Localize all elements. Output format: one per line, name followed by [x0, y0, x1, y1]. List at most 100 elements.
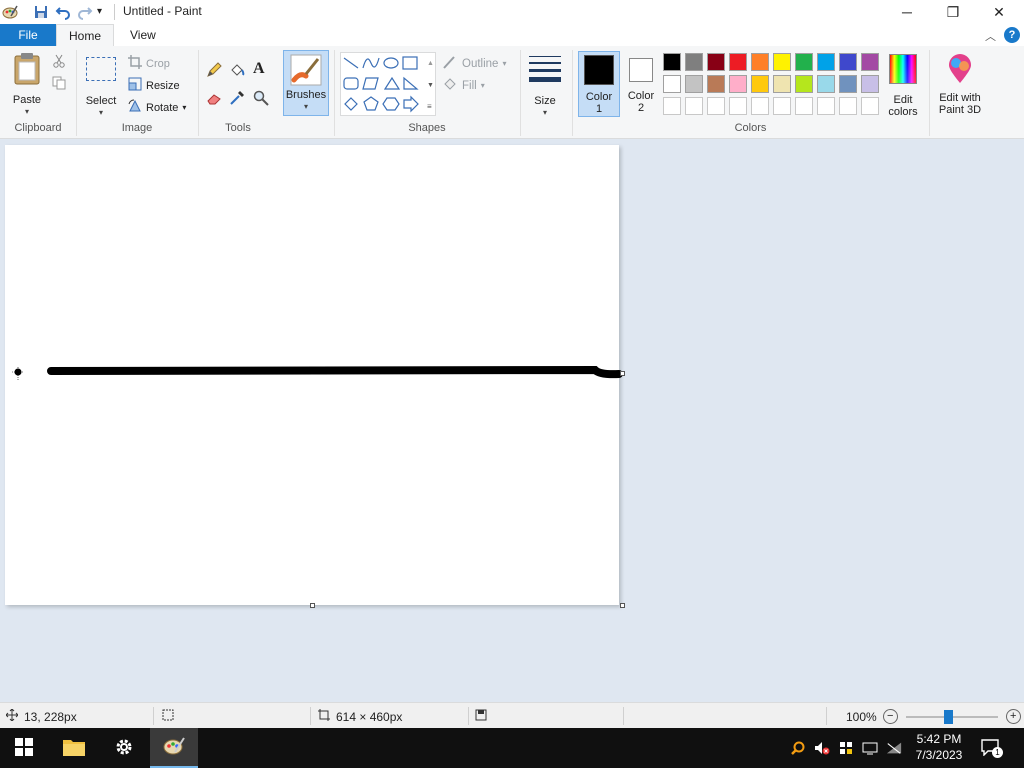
- eraser-icon[interactable]: [206, 90, 222, 109]
- palette-swatch[interactable]: [751, 97, 769, 115]
- palette-swatch[interactable]: [839, 97, 857, 115]
- volume-muted-icon[interactable]: [814, 740, 830, 756]
- paint3d-icon: [947, 54, 973, 84]
- zoom-in-button[interactable]: +: [1005, 709, 1021, 724]
- canvas-resize-handle-bottom[interactable]: [310, 603, 315, 608]
- magnifier-icon[interactable]: [253, 90, 269, 109]
- drawn-stroke: [47, 365, 623, 379]
- tab-view[interactable]: View: [118, 24, 168, 46]
- color-picker-icon[interactable]: [229, 90, 245, 109]
- close-button[interactable]: ✕: [976, 0, 1022, 24]
- rotate-label: Rotate: [146, 101, 179, 114]
- selection-size: [162, 709, 174, 724]
- brushes-button[interactable]: Brushes ▾: [283, 50, 329, 116]
- palette-swatch[interactable]: [663, 53, 681, 71]
- save-icon[interactable]: [33, 4, 49, 20]
- text-tool-icon[interactable]: A: [253, 60, 265, 78]
- tab-home[interactable]: Home: [56, 24, 115, 46]
- resize-button[interactable]: Resize: [128, 77, 180, 94]
- security-shield-icon[interactable]: [838, 740, 854, 756]
- fill-button[interactable]: Fill ▾: [442, 77, 485, 94]
- palette-swatch[interactable]: [795, 75, 813, 93]
- outline-button[interactable]: Outline ▾: [442, 55, 506, 72]
- edit-with-paint3d-button[interactable]: Edit with Paint 3D: [934, 52, 986, 116]
- paint-taskbar-button[interactable]: [150, 728, 198, 768]
- paint3d-label-1: Edit with: [939, 92, 981, 104]
- minimize-button[interactable]: ─: [884, 0, 930, 24]
- palette-swatch[interactable]: [663, 97, 681, 115]
- palette-swatch[interactable]: [751, 53, 769, 71]
- maximize-button[interactable]: ❐: [930, 0, 976, 24]
- windows-logo-icon: [15, 737, 33, 759]
- size-button[interactable]: Size ▾: [526, 52, 564, 117]
- palette-swatch[interactable]: [773, 53, 791, 71]
- zoom-slider[interactable]: [904, 709, 1000, 724]
- palette-swatch[interactable]: [707, 75, 725, 93]
- tab-file[interactable]: File: [0, 24, 56, 46]
- canvas-size-text: 614 × 460px: [336, 709, 403, 724]
- palette-swatch[interactable]: [839, 75, 857, 93]
- palette-swatch[interactable]: [861, 97, 879, 115]
- edit-colors-button[interactable]: Edit colors: [884, 52, 922, 118]
- palette-swatch[interactable]: [795, 97, 813, 115]
- zoom-level: 100%: [846, 709, 877, 724]
- edit-colors-label-1: Edit: [893, 94, 913, 106]
- edit-colors-label-2: colors: [888, 106, 918, 118]
- palette-swatch[interactable]: [685, 97, 703, 115]
- network-icon[interactable]: [886, 740, 902, 756]
- palette-swatch[interactable]: [773, 97, 791, 115]
- palette-swatch[interactable]: [729, 97, 747, 115]
- display-icon[interactable]: [862, 740, 878, 756]
- fill-icon: [442, 77, 458, 94]
- palette-swatch[interactable]: [685, 75, 703, 93]
- palette-swatch[interactable]: [729, 53, 747, 71]
- zoom-out-button[interactable]: −: [882, 709, 898, 724]
- undo-icon[interactable]: [55, 4, 71, 20]
- select-button[interactable]: Select ▾: [82, 52, 120, 120]
- cut-icon[interactable]: [52, 54, 66, 71]
- clock[interactable]: 5:42 PM 7/3/2023: [905, 731, 973, 763]
- paste-button[interactable]: Paste ▾: [6, 52, 48, 120]
- canvas-size: 614 × 460px: [318, 709, 402, 724]
- help-icon[interactable]: ?: [1004, 27, 1020, 43]
- palette-swatch[interactable]: [795, 53, 813, 71]
- collapse-ribbon-icon[interactable]: ︿: [985, 28, 996, 44]
- fill-bucket-icon[interactable]: [229, 62, 245, 81]
- canvas-resize-handle-right[interactable]: [620, 371, 625, 376]
- start-button[interactable]: [0, 728, 48, 768]
- pencil-icon[interactable]: [206, 62, 222, 81]
- palette-swatch[interactable]: [817, 97, 835, 115]
- palette-swatch[interactable]: [861, 75, 879, 93]
- canvas-resize-handle-corner[interactable]: [620, 603, 625, 608]
- redo-icon[interactable]: [77, 4, 93, 20]
- crop-button[interactable]: Crop: [128, 55, 170, 72]
- outline-dropdown-icon: ▾: [502, 59, 507, 68]
- palette-swatch[interactable]: [773, 75, 791, 93]
- disk-icon: [475, 709, 487, 724]
- rotate-button[interactable]: Rotate ▾: [128, 99, 186, 116]
- settings-button[interactable]: [100, 728, 148, 768]
- paint-app-icon[interactable]: [2, 4, 18, 20]
- cursor-position-text: 13, 228px: [24, 709, 77, 724]
- search-icon[interactable]: [790, 740, 806, 756]
- palette-swatch[interactable]: [707, 97, 725, 115]
- color-spectrum-icon: [889, 54, 917, 84]
- palette-swatch[interactable]: [729, 75, 747, 93]
- palette-swatch[interactable]: [817, 53, 835, 71]
- shapes-gallery[interactable]: ▲ ▼ ≡: [340, 52, 436, 116]
- file-explorer-button[interactable]: [50, 728, 98, 768]
- color2-button[interactable]: Color 2: [622, 51, 660, 115]
- palette-swatch[interactable]: [685, 53, 703, 71]
- color1-button[interactable]: Color 1: [578, 51, 620, 117]
- action-center-button[interactable]: 1: [980, 738, 1004, 758]
- palette-swatch[interactable]: [751, 75, 769, 93]
- palette-swatch[interactable]: [707, 53, 725, 71]
- drawing-canvas[interactable]: [5, 145, 623, 605]
- palette-swatch[interactable]: [817, 75, 835, 93]
- palette-swatch[interactable]: [663, 75, 681, 93]
- palette-swatch[interactable]: [839, 53, 857, 71]
- palette-swatch[interactable]: [861, 53, 879, 71]
- copy-icon[interactable]: [52, 76, 66, 93]
- zoom-slider-thumb[interactable]: [943, 709, 953, 724]
- customize-qat-icon[interactable]: ▾: [97, 4, 113, 20]
